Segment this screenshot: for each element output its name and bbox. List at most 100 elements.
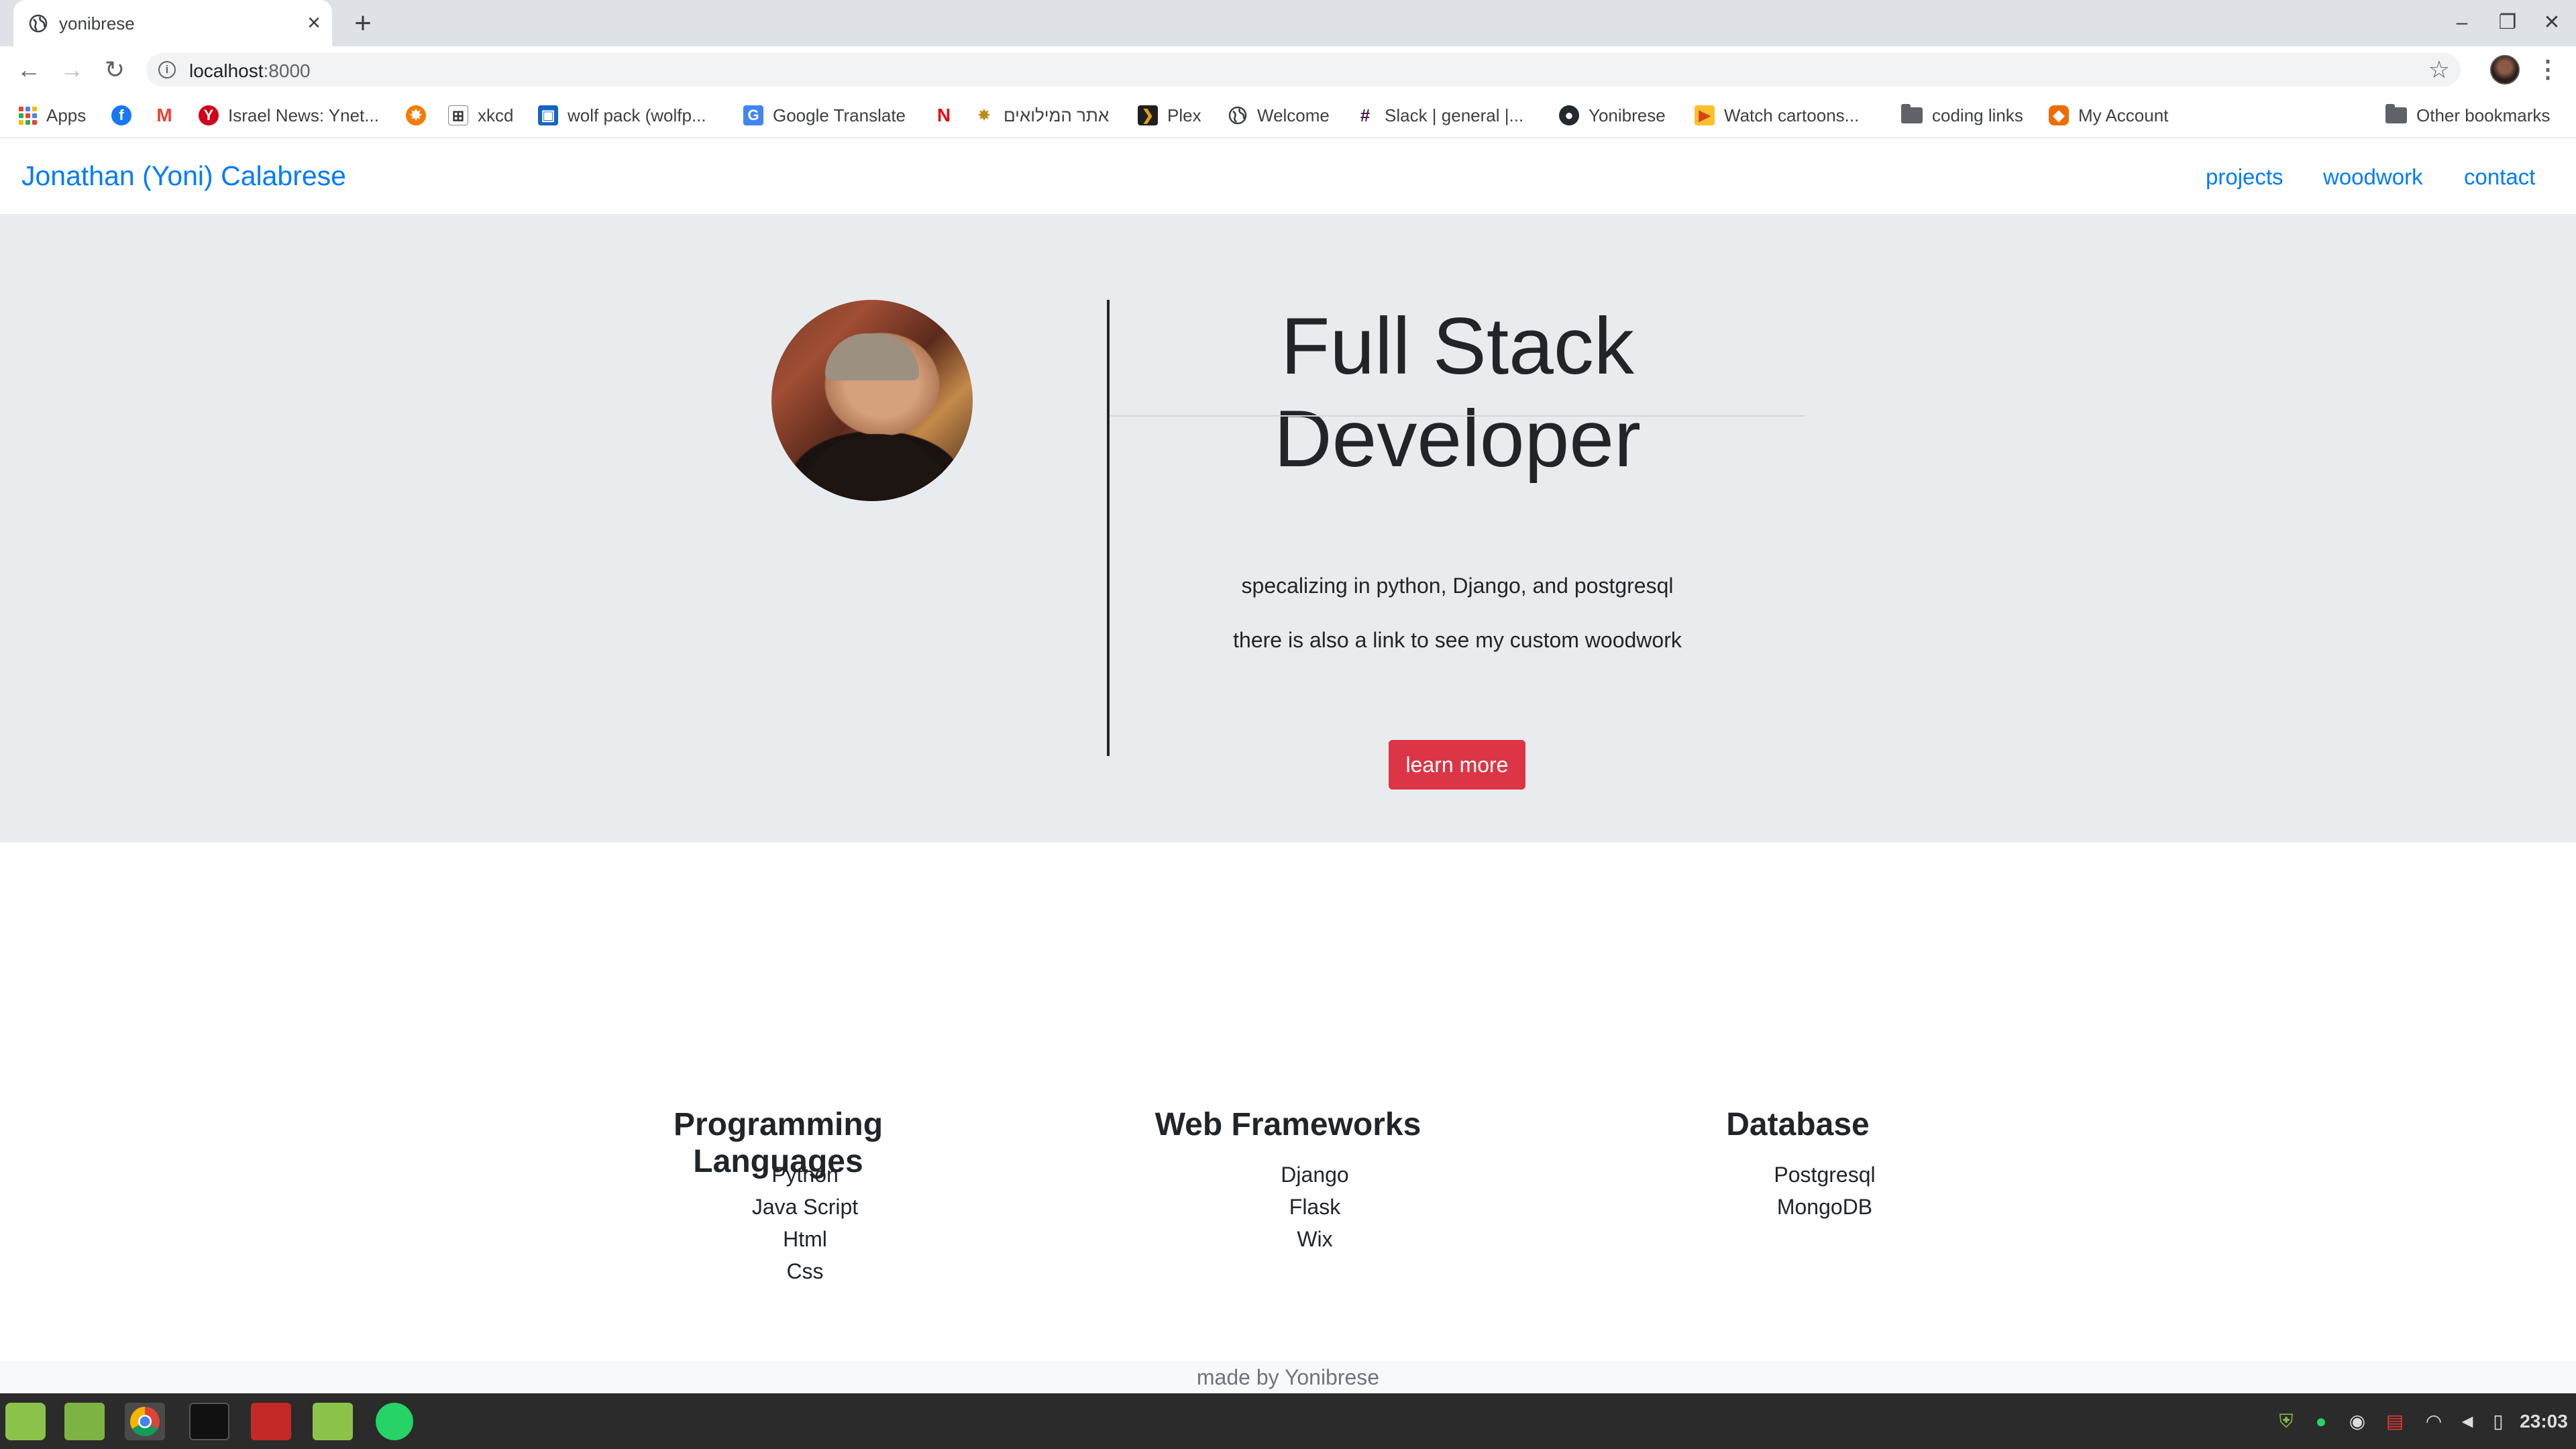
learn-more-button[interactable]: learn more (1389, 740, 1525, 790)
back-icon[interactable]: ← (12, 53, 46, 87)
xkcd-icon: ⊞ (448, 105, 468, 125)
bookmark-xkcd[interactable]: ⊞ xkcd (448, 103, 513, 127)
ynet-icon: Y (199, 105, 219, 125)
bookmark-github[interactable]: ● Yonibrese (1559, 103, 1666, 127)
bookmark-other[interactable]: Other bookmarks (2385, 103, 2550, 127)
bookmark-gmail[interactable]: M (154, 103, 184, 127)
clock[interactable]: 23:03 (2517, 1409, 2571, 1434)
bookmark-google-translate[interactable]: G Google Translate (743, 103, 906, 127)
battery-icon[interactable]: ▯ (2487, 1409, 2509, 1434)
bookmark-plex[interactable]: ❯ Plex (1138, 103, 1201, 127)
bookmarks-bar: Apps f M Y Israel News: Ynet... ✸ ⊞ xkcd… (0, 93, 2576, 138)
minimize-icon[interactable]: – (2449, 9, 2475, 36)
wolfpack-icon: ▣ (538, 105, 558, 125)
bookmark-label: Slack | general |... (1385, 105, 1524, 125)
bookmark-label: Watch cartoons... (1724, 105, 1860, 125)
bookmark-welcome[interactable]: Welcome (1228, 103, 1330, 127)
us-flag-icon[interactable]: ▤ (2380, 1409, 2410, 1434)
chrome-icon (130, 1407, 160, 1436)
skills-list-database: Postgresql MongoDB (1690, 1159, 1959, 1223)
nav-woodwork[interactable]: woodwork (2323, 164, 2423, 190)
photo-shirt (798, 434, 953, 501)
whatsapp-tray-icon[interactable]: ● (2308, 1409, 2334, 1434)
url-port: :8000 (263, 60, 311, 81)
bookmark-netflix[interactable]: N (934, 103, 963, 127)
brand-link[interactable]: Jonathan (Yoni) Calabrese (21, 160, 346, 192)
github-icon: ● (1559, 105, 1579, 125)
whatsapp-icon[interactable] (376, 1403, 413, 1440)
chrome-taskbar-icon[interactable] (125, 1403, 165, 1440)
bookmark-apps[interactable]: Apps (19, 103, 86, 127)
skills-list-languages: Python Java Script Html Css (671, 1159, 939, 1287)
reload-icon[interactable]: ↻ (98, 53, 131, 87)
nvidia-icon[interactable]: ◉ (2343, 1409, 2372, 1434)
plex-icon: ❯ (1138, 105, 1158, 125)
list-item: Django (1281, 1163, 1349, 1187)
close-window-icon[interactable]: ✕ (2538, 9, 2565, 36)
bookmark-label: Other bookmarks (2416, 105, 2551, 125)
restore-icon[interactable]: ❐ (2494, 9, 2521, 36)
cartoons-icon: ▶ (1695, 105, 1715, 125)
wifi-icon[interactable]: ◠ (2420, 1409, 2447, 1434)
close-tab-icon[interactable]: × (301, 9, 327, 36)
bookmark-slack[interactable]: # Slack | general |... (1355, 103, 1523, 127)
bookmark-label: Welcome (1257, 105, 1330, 125)
url-text: localhost:8000 (189, 60, 311, 82)
page-viewport: Jonathan (Yoni) Calabrese projects woodw… (0, 139, 2576, 1393)
nav-contact[interactable]: contact (2464, 164, 2535, 190)
gmail-icon: M (154, 105, 174, 125)
bookmark-label: wolf pack (wolfp... (568, 105, 706, 125)
files-folder-icon[interactable] (313, 1403, 353, 1440)
folder-icon (1901, 104, 1923, 123)
app-red-icon[interactable] (251, 1403, 291, 1440)
globe-icon (29, 14, 48, 33)
volume-icon[interactable]: ◄ (2454, 1409, 2481, 1434)
show-desktop-icon[interactable] (64, 1403, 105, 1440)
address-bar[interactable]: i localhost:8000 ☆ (146, 53, 2461, 87)
hero-section: Full Stack Developer specalizing in pyth… (0, 214, 2576, 843)
hero-heading: Full Stack Developer (1274, 301, 1641, 484)
bookmark-sun[interactable]: ✸ (406, 103, 435, 127)
browser-toolbar: ← → ↻ i localhost:8000 ☆ ⋮ (0, 46, 2576, 93)
skills-title-database: Database (1726, 1107, 1870, 1142)
bookmark-miluim[interactable]: ✵ אתר המילואים (974, 103, 1109, 127)
hero-line-2: there is also a link to see my custom wo… (1233, 628, 1682, 652)
profile-avatar[interactable] (2490, 55, 2520, 85)
nav-projects[interactable]: projects (2206, 164, 2284, 190)
url-host: localhost (189, 60, 264, 81)
tab-title: yonibrese (59, 13, 135, 34)
bookmark-my-account[interactable]: ◆ My Account (2049, 103, 2168, 127)
list-item: Java Script (751, 1195, 859, 1219)
photo-cap (825, 333, 919, 380)
site-footer: made by Yonibrese (0, 1361, 2576, 1393)
shield-icon[interactable]: ⛨ (2273, 1409, 2300, 1434)
terminal-icon[interactable] (189, 1403, 229, 1440)
slack-icon: # (1355, 105, 1375, 125)
emblem-icon: ✵ (974, 105, 994, 125)
browser-tab[interactable]: yonibrese × (13, 0, 332, 46)
netflix-icon: N (934, 105, 954, 125)
mint-menu-icon[interactable] (5, 1403, 46, 1440)
new-tab-button[interactable]: + (347, 8, 378, 39)
cube-icon: ◆ (2049, 105, 2069, 125)
list-item: MongoDB (1776, 1195, 1873, 1219)
list-item: Wix (1297, 1227, 1333, 1251)
list-item: Flask (1289, 1195, 1341, 1219)
hero-line-1: specalizing in python, Django, and postg… (1241, 574, 1674, 598)
bookmark-ynet[interactable]: Y Israel News: Ynet... (199, 103, 379, 127)
bookmark-facebook[interactable]: f (111, 103, 141, 127)
menu-dots-icon[interactable]: ⋮ (2534, 54, 2561, 84)
list-item: Css (786, 1259, 824, 1283)
bookmark-star-icon[interactable]: ☆ (2428, 56, 2450, 84)
bookmark-label: Plex (1167, 105, 1201, 125)
translate-icon: G (743, 105, 763, 125)
bookmark-coding-links[interactable]: coding links (1901, 103, 2023, 127)
bookmark-label: Israel News: Ynet... (228, 105, 379, 125)
list-item: Html (783, 1227, 827, 1251)
info-icon[interactable]: i (158, 61, 176, 78)
bookmark-wolfpack[interactable]: ▣ wolf pack (wolfp... (538, 103, 706, 127)
bookmark-cartoons[interactable]: ▶ Watch cartoons... (1695, 103, 1859, 127)
skills-title-frameworks: Web Frameworks (1155, 1107, 1421, 1142)
forward-icon[interactable]: → (55, 53, 89, 87)
site-navbar: Jonathan (Yoni) Calabrese projects woodw… (0, 139, 2576, 214)
